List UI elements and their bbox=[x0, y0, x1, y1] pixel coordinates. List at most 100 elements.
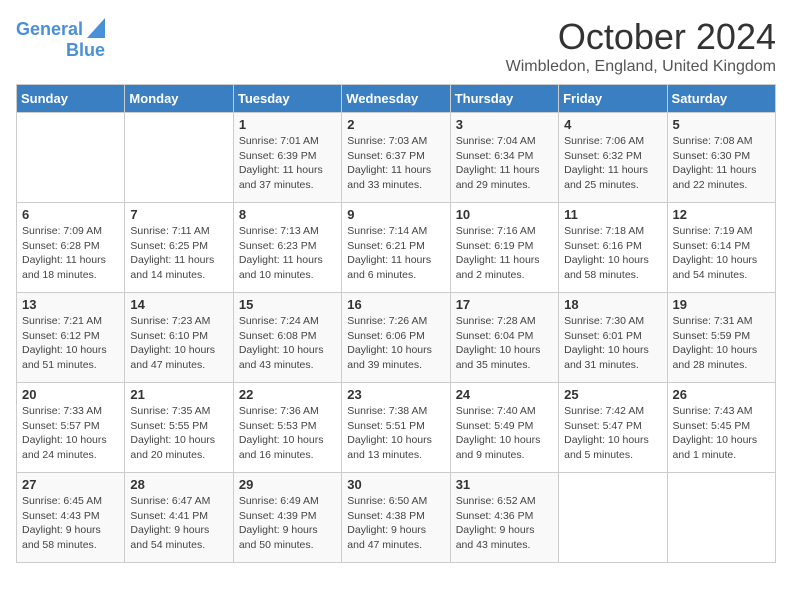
column-header-thursday: Thursday bbox=[450, 85, 558, 113]
day-info: Sunrise: 7:08 AMSunset: 6:30 PMDaylight:… bbox=[673, 134, 770, 193]
logo: General Blue bbox=[16, 16, 105, 61]
calendar-cell: 23 Sunrise: 7:38 AMSunset: 5:51 PMDayligh… bbox=[342, 383, 450, 473]
page-header: General Blue October 2024 Wimbledon, Eng… bbox=[16, 16, 776, 76]
calendar-cell: 2 Sunrise: 7:03 AMSunset: 6:37 PMDaylight… bbox=[342, 113, 450, 203]
day-number: 24 bbox=[456, 387, 553, 402]
column-header-tuesday: Tuesday bbox=[233, 85, 341, 113]
calendar-body: 1Sunrise: 7:01 AMSunset: 6:39 PMDaylight… bbox=[17, 113, 776, 563]
day-number: 18 bbox=[564, 297, 661, 312]
day-number: 15 bbox=[239, 297, 336, 312]
day-number: 26 bbox=[673, 387, 770, 402]
calendar-week-2: 6 Sunrise: 7:09 AMSunset: 6:28 PMDaylight… bbox=[17, 203, 776, 293]
calendar-cell: 1Sunrise: 7:01 AMSunset: 6:39 PMDaylight… bbox=[233, 113, 341, 203]
logo-icon bbox=[87, 18, 105, 38]
calendar-cell: 29Sunrise: 6:49 AMSunset: 4:39 PMDayligh… bbox=[233, 473, 341, 563]
calendar-cell: 31 Sunrise: 6:52 AMSunset: 4:36 PMDayligh… bbox=[450, 473, 558, 563]
day-info: Sunrise: 7:06 AMSunset: 6:32 PMDaylight:… bbox=[564, 134, 661, 193]
day-info: Sunrise: 7:09 AMSunset: 6:28 PMDaylight:… bbox=[22, 224, 119, 283]
day-info: Sunrise: 7:42 AMSunset: 5:47 PMDaylight:… bbox=[564, 404, 661, 463]
day-info: Sunrise: 7:30 AMSunset: 6:01 PMDaylight:… bbox=[564, 314, 661, 373]
location: Wimbledon, England, United Kingdom bbox=[506, 58, 776, 76]
day-info: Sunrise: 7:14 AMSunset: 6:21 PMDaylight:… bbox=[347, 224, 444, 283]
day-number: 25 bbox=[564, 387, 661, 402]
calendar-week-3: 13 Sunrise: 7:21 AMSunset: 6:12 PMDayligh… bbox=[17, 293, 776, 383]
day-number: 11 bbox=[564, 207, 661, 222]
day-number: 7 bbox=[130, 207, 227, 222]
calendar-week-1: 1Sunrise: 7:01 AMSunset: 6:39 PMDaylight… bbox=[17, 113, 776, 203]
day-number: 10 bbox=[456, 207, 553, 222]
day-info: Sunrise: 6:45 AMSunset: 4:43 PMDaylight:… bbox=[22, 494, 119, 553]
day-number: 5 bbox=[673, 117, 770, 132]
day-info: Sunrise: 7:21 AMSunset: 6:12 PMDaylight:… bbox=[22, 314, 119, 373]
day-info: Sunrise: 6:50 AMSunset: 4:38 PMDaylight:… bbox=[347, 494, 444, 553]
day-number: 9 bbox=[347, 207, 444, 222]
day-number: 22 bbox=[239, 387, 336, 402]
header-row: SundayMondayTuesdayWednesdayThursdayFrid… bbox=[17, 85, 776, 113]
day-info: Sunrise: 7:13 AMSunset: 6:23 PMDaylight:… bbox=[239, 224, 336, 283]
day-number: 17 bbox=[456, 297, 553, 312]
calendar-table: SundayMondayTuesdayWednesdayThursdayFrid… bbox=[16, 84, 776, 563]
calendar-cell: 21 Sunrise: 7:35 AMSunset: 5:55 PMDayligh… bbox=[125, 383, 233, 473]
column-header-friday: Friday bbox=[559, 85, 667, 113]
calendar-cell: 20 Sunrise: 7:33 AMSunset: 5:57 PMDayligh… bbox=[17, 383, 125, 473]
calendar-cell: 22Sunrise: 7:36 AMSunset: 5:53 PMDayligh… bbox=[233, 383, 341, 473]
day-number: 20 bbox=[22, 387, 119, 402]
day-number: 3 bbox=[456, 117, 553, 132]
calendar-cell: 17 Sunrise: 7:28 AMSunset: 6:04 PMDayligh… bbox=[450, 293, 558, 383]
calendar-cell: 15 Sunrise: 7:24 AMSunset: 6:08 PMDayligh… bbox=[233, 293, 341, 383]
day-info: Sunrise: 7:11 AMSunset: 6:25 PMDaylight:… bbox=[130, 224, 227, 283]
day-number: 21 bbox=[130, 387, 227, 402]
calendar-cell: 26 Sunrise: 7:43 AMSunset: 5:45 PMDayligh… bbox=[667, 383, 775, 473]
calendar-week-5: 27 Sunrise: 6:45 AMSunset: 4:43 PMDayligh… bbox=[17, 473, 776, 563]
day-info: Sunrise: 7:03 AMSunset: 6:37 PMDaylight:… bbox=[347, 134, 444, 193]
day-number: 4 bbox=[564, 117, 661, 132]
day-number: 30 bbox=[347, 477, 444, 492]
column-header-sunday: Sunday bbox=[17, 85, 125, 113]
day-number: 28 bbox=[130, 477, 227, 492]
calendar-cell: 28 Sunrise: 6:47 AMSunset: 4:41 PMDayligh… bbox=[125, 473, 233, 563]
logo-text-line2: Blue bbox=[66, 41, 105, 61]
day-info: Sunrise: 6:52 AMSunset: 4:36 PMDaylight:… bbox=[456, 494, 553, 553]
day-info: Sunrise: 7:18 AMSunset: 6:16 PMDaylight:… bbox=[564, 224, 661, 283]
day-info: Sunrise: 7:35 AMSunset: 5:55 PMDaylight:… bbox=[130, 404, 227, 463]
day-info: Sunrise: 7:16 AMSunset: 6:19 PMDaylight:… bbox=[456, 224, 553, 283]
calendar-cell: 5 Sunrise: 7:08 AMSunset: 6:30 PMDaylight… bbox=[667, 113, 775, 203]
day-info: Sunrise: 7:43 AMSunset: 5:45 PMDaylight:… bbox=[673, 404, 770, 463]
title-area: October 2024 Wimbledon, England, United … bbox=[506, 16, 776, 76]
calendar-cell bbox=[667, 473, 775, 563]
column-header-monday: Monday bbox=[125, 85, 233, 113]
calendar-cell: 14Sunrise: 7:23 AMSunset: 6:10 PMDayligh… bbox=[125, 293, 233, 383]
calendar-cell: 7 Sunrise: 7:11 AMSunset: 6:25 PMDaylight… bbox=[125, 203, 233, 293]
day-info: Sunrise: 6:47 AMSunset: 4:41 PMDaylight:… bbox=[130, 494, 227, 553]
calendar-cell: 27 Sunrise: 6:45 AMSunset: 4:43 PMDayligh… bbox=[17, 473, 125, 563]
calendar-cell: 18 Sunrise: 7:30 AMSunset: 6:01 PMDayligh… bbox=[559, 293, 667, 383]
column-header-saturday: Saturday bbox=[667, 85, 775, 113]
day-number: 31 bbox=[456, 477, 553, 492]
calendar-week-4: 20 Sunrise: 7:33 AMSunset: 5:57 PMDayligh… bbox=[17, 383, 776, 473]
day-info: Sunrise: 7:40 AMSunset: 5:49 PMDaylight:… bbox=[456, 404, 553, 463]
month-title: October 2024 bbox=[506, 16, 776, 58]
calendar-cell: 9 Sunrise: 7:14 AMSunset: 6:21 PMDaylight… bbox=[342, 203, 450, 293]
calendar-cell: 12Sunrise: 7:19 AMSunset: 6:14 PMDayligh… bbox=[667, 203, 775, 293]
day-info: Sunrise: 7:38 AMSunset: 5:51 PMDaylight:… bbox=[347, 404, 444, 463]
day-info: Sunrise: 7:24 AMSunset: 6:08 PMDaylight:… bbox=[239, 314, 336, 373]
calendar-cell: 30 Sunrise: 6:50 AMSunset: 4:38 PMDayligh… bbox=[342, 473, 450, 563]
calendar-cell: 11 Sunrise: 7:18 AMSunset: 6:16 PMDayligh… bbox=[559, 203, 667, 293]
day-number: 12 bbox=[673, 207, 770, 222]
calendar-cell: 13 Sunrise: 7:21 AMSunset: 6:12 PMDayligh… bbox=[17, 293, 125, 383]
calendar-cell: 6 Sunrise: 7:09 AMSunset: 6:28 PMDaylight… bbox=[17, 203, 125, 293]
day-number: 29 bbox=[239, 477, 336, 492]
day-info: Sunrise: 7:28 AMSunset: 6:04 PMDaylight:… bbox=[456, 314, 553, 373]
logo-text-line1: General bbox=[16, 20, 83, 40]
day-number: 2 bbox=[347, 117, 444, 132]
day-number: 6 bbox=[22, 207, 119, 222]
day-number: 13 bbox=[22, 297, 119, 312]
day-info: Sunrise: 7:33 AMSunset: 5:57 PMDaylight:… bbox=[22, 404, 119, 463]
day-number: 23 bbox=[347, 387, 444, 402]
day-info: Sunrise: 7:04 AMSunset: 6:34 PMDaylight:… bbox=[456, 134, 553, 193]
calendar-cell: 25 Sunrise: 7:42 AMSunset: 5:47 PMDayligh… bbox=[559, 383, 667, 473]
calendar-cell: 19Sunrise: 7:31 AMSunset: 5:59 PMDayligh… bbox=[667, 293, 775, 383]
calendar-cell: 4 Sunrise: 7:06 AMSunset: 6:32 PMDaylight… bbox=[559, 113, 667, 203]
day-number: 27 bbox=[22, 477, 119, 492]
calendar-cell: 16Sunrise: 7:26 AMSunset: 6:06 PMDayligh… bbox=[342, 293, 450, 383]
